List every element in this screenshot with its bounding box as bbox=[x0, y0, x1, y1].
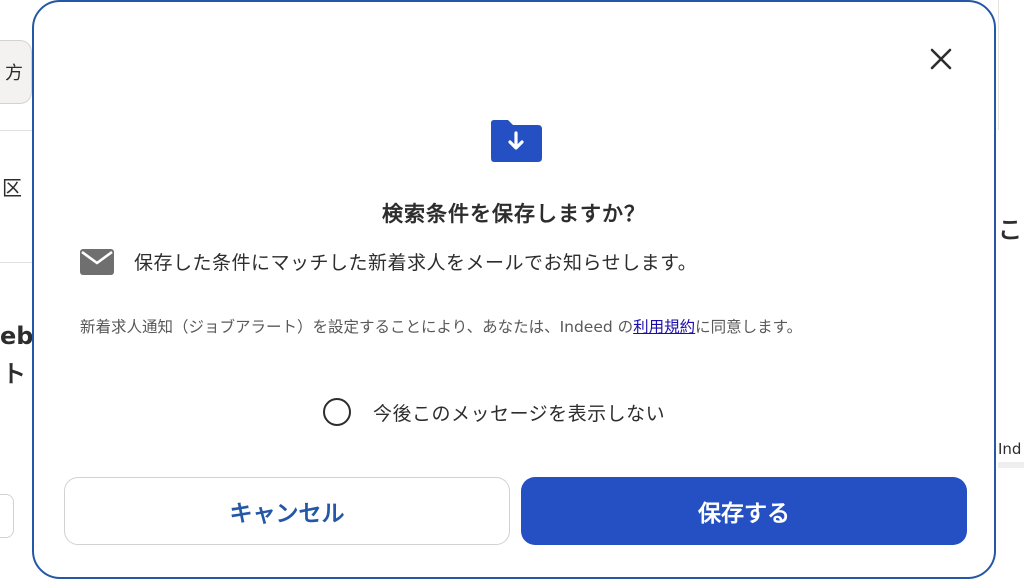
terms-text-before: 新着求人通知（ジョブアラート）を設定することにより、あなたは、Indeed の bbox=[80, 318, 634, 336]
background-text: こ bbox=[998, 216, 1022, 244]
dont-show-again-row[interactable]: 今後このメッセージを表示しない bbox=[323, 398, 665, 426]
dont-show-again-label[interactable]: 今後このメッセージを表示しない bbox=[373, 399, 665, 426]
background-bar bbox=[998, 462, 1024, 468]
background-filter-pill: 方 bbox=[0, 40, 32, 104]
folder-download-icon bbox=[491, 120, 542, 162]
cancel-button[interactable]: キャンセル bbox=[64, 477, 510, 545]
background-input bbox=[0, 494, 14, 538]
email-notice-text: 保存した条件にマッチした新着求人をメールでお知らせします。 bbox=[134, 252, 698, 274]
email-notice-row: 保存した条件にマッチした新着求人をメールでお知らせします。 bbox=[80, 248, 697, 275]
background-divider bbox=[0, 262, 32, 263]
save-search-dialog: 検索条件を保存しますか？ 保存した条件にマッチした新着求人をメールでお知らせしま… bbox=[32, 0, 996, 579]
save-button[interactable]: 保存する bbox=[521, 477, 967, 545]
background-text: eb bbox=[0, 322, 34, 350]
close-icon bbox=[930, 48, 952, 70]
background-divider bbox=[0, 130, 32, 131]
mail-icon bbox=[80, 248, 114, 275]
dialog-title: 検索条件を保存しますか？ bbox=[382, 202, 646, 226]
dont-show-again-checkbox[interactable] bbox=[323, 398, 351, 426]
terms-notice: 新着求人通知（ジョブアラート）を設定することにより、あなたは、Indeed の利… bbox=[80, 314, 960, 341]
background-pill-text: 方 bbox=[5, 63, 23, 84]
terms-of-service-link[interactable]: 利用規約 bbox=[633, 318, 695, 336]
background-text: ト bbox=[2, 360, 26, 388]
terms-text-after: に同意します。 bbox=[695, 318, 803, 336]
background-divider bbox=[998, 0, 999, 130]
background-text: Ind bbox=[998, 440, 1022, 458]
background-text: 区 bbox=[2, 176, 22, 200]
close-button[interactable] bbox=[926, 44, 956, 74]
